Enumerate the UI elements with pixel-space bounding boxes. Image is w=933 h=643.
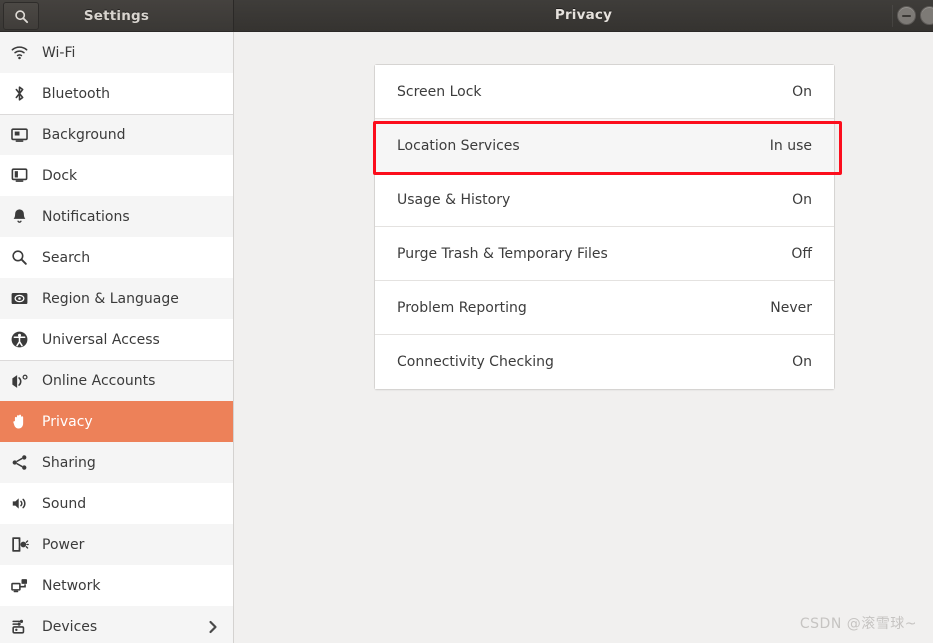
- privacy-row-value: On: [792, 191, 812, 208]
- privacy-row-purge-trash-temporary-files[interactable]: Purge Trash & Temporary Files Off: [375, 227, 834, 281]
- devices-icon: [8, 616, 30, 638]
- sidebar: Wi-Fi Bluetooth Background Dock Notification…: [0, 32, 234, 643]
- sidebar-item-network[interactable]: Network: [0, 565, 233, 606]
- sidebar-item-power[interactable]: Power: [0, 524, 233, 565]
- privacy-row-usage-history[interactable]: Usage & History On: [375, 173, 834, 227]
- wifi-icon: [8, 42, 30, 64]
- window-body: Wi-Fi Bluetooth Background Dock Notification…: [0, 32, 933, 643]
- bell-icon: [8, 206, 30, 228]
- privacy-row-problem-reporting[interactable]: Problem Reporting Never: [375, 281, 834, 335]
- privacy-row-label: Screen Lock: [397, 83, 482, 100]
- privacy-row-value: Off: [791, 245, 812, 262]
- sidebar-title: Settings: [83, 7, 150, 24]
- sidebar-item-label: Dock: [42, 167, 78, 184]
- bluetooth-icon: [8, 83, 30, 105]
- power-battery-icon: [8, 534, 30, 556]
- privacy-row-label: Purge Trash & Temporary Files: [397, 245, 608, 262]
- privacy-row-connectivity-checking[interactable]: Connectivity Checking On: [375, 335, 834, 389]
- sidebar-item-label: Sharing: [42, 454, 96, 471]
- search-icon: [8, 247, 30, 269]
- sidebar-item-label: Notifications: [42, 208, 130, 225]
- background-icon: [8, 124, 30, 146]
- sidebar-item-label: Region & Language: [42, 290, 179, 307]
- sidebar-item-label: Devices: [42, 618, 98, 635]
- page-title: Privacy: [554, 7, 613, 23]
- watermark: CSDN @滚雪球~: [799, 616, 917, 632]
- header-separator: [892, 5, 893, 27]
- accessibility-icon: [8, 329, 30, 351]
- search-button[interactable]: [3, 2, 39, 30]
- speaker-icon: [8, 493, 30, 515]
- sidebar-item-search[interactable]: Search: [0, 237, 233, 278]
- title-bar: Settings Privacy: [0, 0, 933, 32]
- sidebar-item-online-accounts[interactable]: Online Accounts: [0, 360, 233, 401]
- minimize-button[interactable]: [897, 6, 916, 25]
- privacy-row-value: On: [792, 83, 812, 100]
- sidebar-item-label: Background: [42, 127, 126, 143]
- sidebar-item-label: Sound: [42, 495, 87, 512]
- privacy-settings-list: Screen Lock On Location Services In use Usag…: [374, 64, 835, 390]
- chevron-right-icon: [207, 620, 219, 634]
- window-header: Privacy: [234, 0, 933, 31]
- privacy-row-value: Never: [770, 299, 812, 316]
- sidebar-item-sharing[interactable]: Sharing: [0, 442, 233, 483]
- privacy-row-location-services[interactable]: Location Services In use: [375, 119, 834, 173]
- privacy-row-value: On: [792, 354, 812, 370]
- sidebar-item-label: Wi-Fi: [42, 44, 76, 61]
- sidebar-item-label: Online Accounts: [42, 373, 156, 389]
- sidebar-item-label: Search: [42, 249, 91, 266]
- settings-window: Settings Privacy Wi-Fi Bluetooth Backgroun…: [0, 0, 933, 643]
- sidebar-item-region-language[interactable]: Region & Language: [0, 278, 233, 319]
- share-icon: [8, 452, 30, 474]
- maximize-button[interactable]: [920, 6, 933, 25]
- sidebar-item-sound[interactable]: Sound: [0, 483, 233, 524]
- privacy-row-screen-lock[interactable]: Screen Lock On: [375, 65, 834, 119]
- online-accounts-icon: [8, 370, 30, 392]
- window-controls: [897, 0, 933, 31]
- sidebar-header: Settings: [0, 0, 234, 31]
- sidebar-item-notifications[interactable]: Notifications: [0, 196, 233, 237]
- sidebar-item-devices[interactable]: Devices: [0, 606, 233, 643]
- minimize-icon: [902, 14, 911, 17]
- region-language-icon: [8, 288, 30, 310]
- sidebar-item-label: Network: [42, 577, 101, 594]
- privacy-row-value: In use: [769, 137, 812, 154]
- sidebar-item-label: Power: [42, 536, 85, 553]
- sidebar-item-label: Privacy: [42, 413, 93, 430]
- search-icon: [14, 9, 29, 24]
- privacy-row-label: Location Services: [397, 137, 520, 154]
- sidebar-item-wi-fi[interactable]: Wi-Fi: [0, 32, 233, 73]
- sidebar-item-dock[interactable]: Dock: [0, 155, 233, 196]
- sidebar-item-privacy[interactable]: Privacy: [0, 401, 233, 442]
- hand-privacy-icon: [8, 411, 30, 433]
- sidebar-item-label: Universal Access: [42, 331, 160, 348]
- privacy-row-label: Problem Reporting: [397, 299, 527, 316]
- sidebar-item-label: Bluetooth: [42, 85, 110, 102]
- privacy-row-label: Connectivity Checking: [397, 354, 554, 370]
- sidebar-item-universal-access[interactable]: Universal Access: [0, 319, 233, 360]
- sidebar-item-background[interactable]: Background: [0, 114, 233, 155]
- main-content: Screen Lock On Location Services In use Usag…: [234, 32, 933, 643]
- network-icon: [8, 575, 30, 597]
- dock-icon: [8, 165, 30, 187]
- privacy-row-label: Usage & History: [397, 191, 511, 208]
- sidebar-item-bluetooth[interactable]: Bluetooth: [0, 73, 233, 114]
